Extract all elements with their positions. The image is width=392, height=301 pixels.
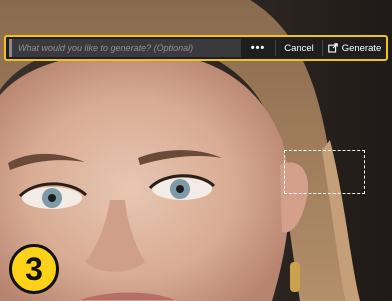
prompt-input[interactable]: [9, 39, 241, 57]
generate-label: Generate: [341, 42, 382, 54]
selection-marquee[interactable]: [284, 150, 365, 194]
step-number: 3: [25, 250, 43, 287]
generate-prompt-bar: ••• Cancel Generate: [4, 35, 388, 61]
generate-button[interactable]: Generate: [323, 37, 386, 59]
canvas: ••• Cancel Generate 3: [0, 0, 392, 301]
step-number-badge: 3: [9, 244, 59, 294]
more-options-button[interactable]: •••: [241, 37, 275, 59]
more-options-icon: •••: [250, 42, 266, 54]
cancel-label: Cancel: [284, 42, 314, 54]
cancel-button[interactable]: Cancel: [276, 37, 322, 59]
generate-icon: [327, 43, 338, 53]
